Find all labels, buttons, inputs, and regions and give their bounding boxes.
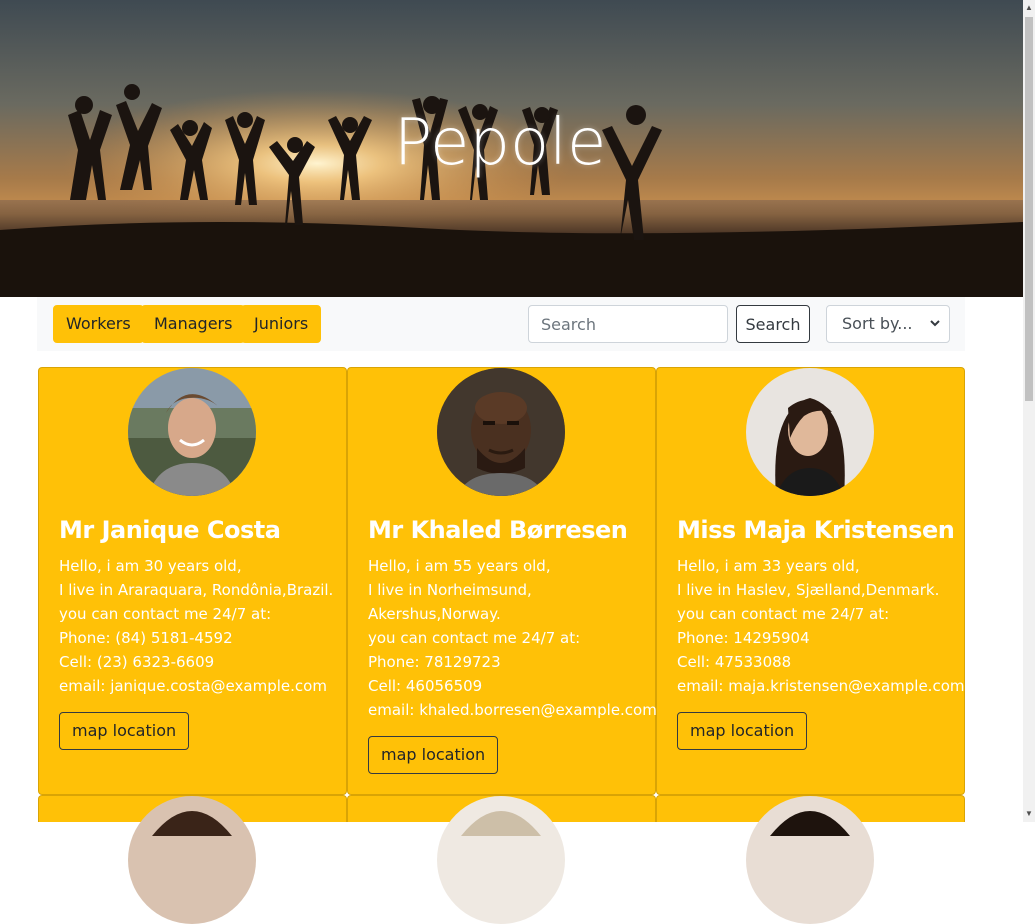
sort-select-value: Sort by... (842, 314, 913, 333)
person-card (38, 795, 347, 924)
person-detail-line: Phone: 78129723 (368, 653, 501, 671)
person-detail-line: Hello, i am 33 years old, (677, 557, 860, 575)
person-card: Mr Khaled Børresen Hello, i am 55 years … (347, 367, 657, 795)
person-detail-line: I live in Haslev, Sjælland,Denmark. (677, 581, 940, 599)
person-detail-line: you can contact me 24/7 at: (368, 629, 581, 647)
person-detail-line: email: maja.kristensen@example.com (677, 677, 965, 695)
page-title: Pepole (393, 106, 607, 180)
person-detail-line: Hello, i am 55 years old, (368, 557, 551, 575)
filter-juniors-button[interactable]: Juniors (241, 305, 322, 343)
person-detail-line: Phone: 14295904 (677, 629, 810, 647)
person-name: Mr Khaled Børresen (368, 516, 628, 544)
person-detail-line: Cell: (23) 6323-6609 (59, 653, 215, 671)
scrollbar-thumb[interactable] (1025, 17, 1033, 401)
person-detail-line: I live in Araraquara, Rondônia,Brazil. (59, 581, 334, 599)
person-detail-line: Akershus,Norway. (368, 605, 501, 623)
avatar (437, 368, 565, 496)
person-card: Mr Janique Costa Hello, i am 30 years ol… (38, 367, 347, 795)
filter-workers-button[interactable]: Workers (53, 305, 144, 343)
avatar (128, 368, 256, 496)
person-detail-line: Hello, i am 30 years old, (59, 557, 242, 575)
avatar (437, 796, 565, 924)
person-detail-line: you can contact me 24/7 at: (677, 605, 890, 623)
map-location-button[interactable]: map location (59, 712, 190, 750)
map-location-button[interactable]: map location (677, 712, 808, 750)
search-button[interactable]: Search (736, 305, 810, 343)
scroll-down-icon[interactable]: ▼ (1025, 810, 1033, 818)
avatar (128, 796, 256, 924)
person-details: Hello, i am 55 years old, I live in Norh… (368, 554, 657, 722)
page-scrollbar[interactable]: ▲ ▼ (1023, 0, 1035, 822)
map-location-button[interactable]: map location (368, 736, 499, 774)
scroll-up-icon[interactable]: ▲ (1025, 4, 1033, 12)
avatar (746, 796, 874, 924)
chevron-down-icon (929, 306, 941, 356)
person-detail-line: you can contact me 24/7 at: (59, 605, 272, 623)
person-details: Hello, i am 33 years old, I live in Hasl… (677, 554, 965, 698)
person-detail-line: email: khaled.borresen@example.com (368, 701, 657, 719)
person-card: Miss Maja Kristensen Hello, i am 33 year… (656, 367, 965, 795)
filter-toolbar: Workers Managers Juniors Search Sort by.… (37, 297, 965, 351)
person-name: Mr Janique Costa (59, 516, 281, 544)
person-detail-line: I live in Norheimsund, (368, 581, 532, 599)
sort-select[interactable]: Sort by... (826, 305, 950, 343)
person-detail-line: Phone: (84) 5181-4592 (59, 629, 233, 647)
person-detail-line: Cell: 46056509 (368, 677, 483, 695)
person-name: Miss Maja Kristensen (677, 516, 955, 544)
person-details: Hello, i am 30 years old, I live in Arar… (59, 554, 339, 698)
avatar (746, 368, 874, 496)
person-card (347, 795, 656, 924)
search-input[interactable] (528, 305, 728, 343)
hero-banner: Pepole (0, 0, 1023, 297)
person-detail-line: email: janique.costa@example.com (59, 677, 327, 695)
person-card (656, 795, 965, 924)
filter-managers-button[interactable]: Managers (141, 305, 246, 343)
person-detail-line: Cell: 47533088 (677, 653, 792, 671)
